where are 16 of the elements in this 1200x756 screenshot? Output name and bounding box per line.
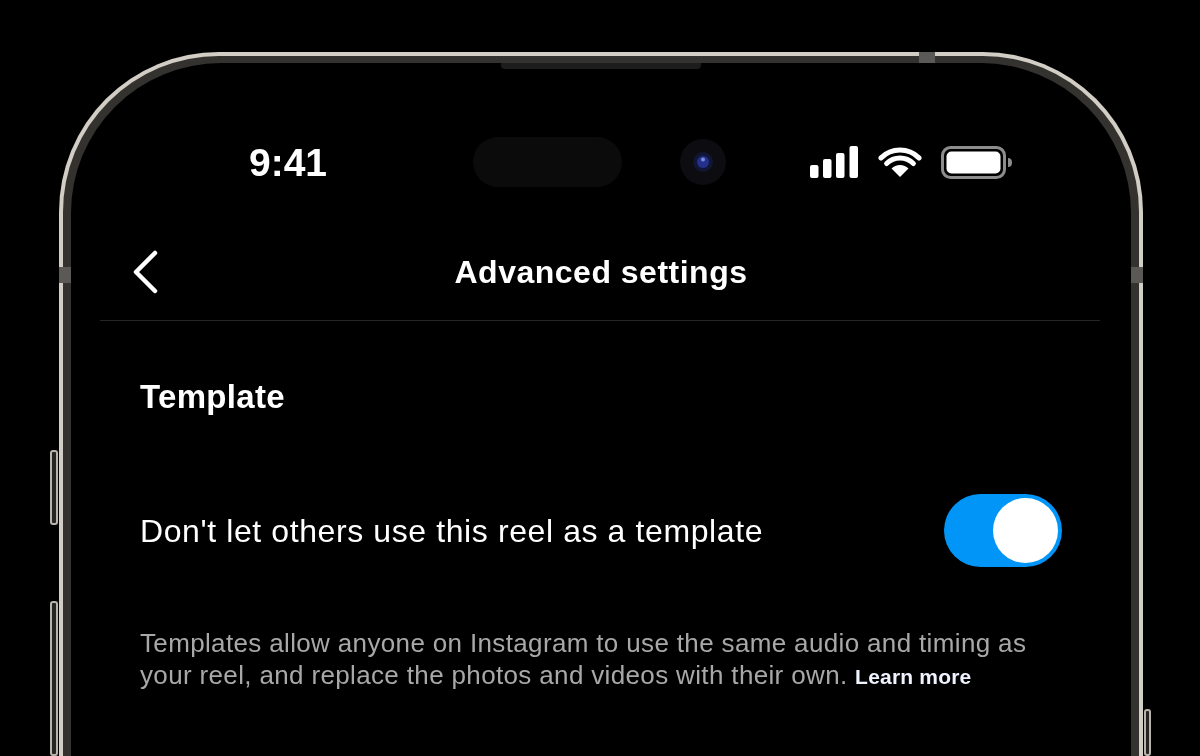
description-text: Templates allow anyone on Instagram to use the same audio and timing as your reel, and replace the photos and videos with their own. Learn more [140, 627, 1028, 692]
screen-title: Advanced settings [454, 253, 748, 292]
wifi-icon [878, 146, 922, 178]
signal-icon [810, 146, 858, 178]
antenna-band [1131, 267, 1143, 283]
section-title: Template [140, 377, 286, 417]
side-key [1144, 709, 1151, 756]
camera-icon [680, 139, 726, 185]
battery-icon [941, 145, 1013, 179]
back-button[interactable] [132, 250, 158, 294]
chevron-left-icon [132, 250, 158, 294]
antenna-band [59, 267, 71, 283]
setting-label: Don't let others use this reel as a template [140, 511, 764, 551]
learn-more-link[interactable]: Learn more [855, 665, 972, 688]
antenna-band [919, 52, 935, 63]
status-time: 9:41 [249, 142, 328, 182]
